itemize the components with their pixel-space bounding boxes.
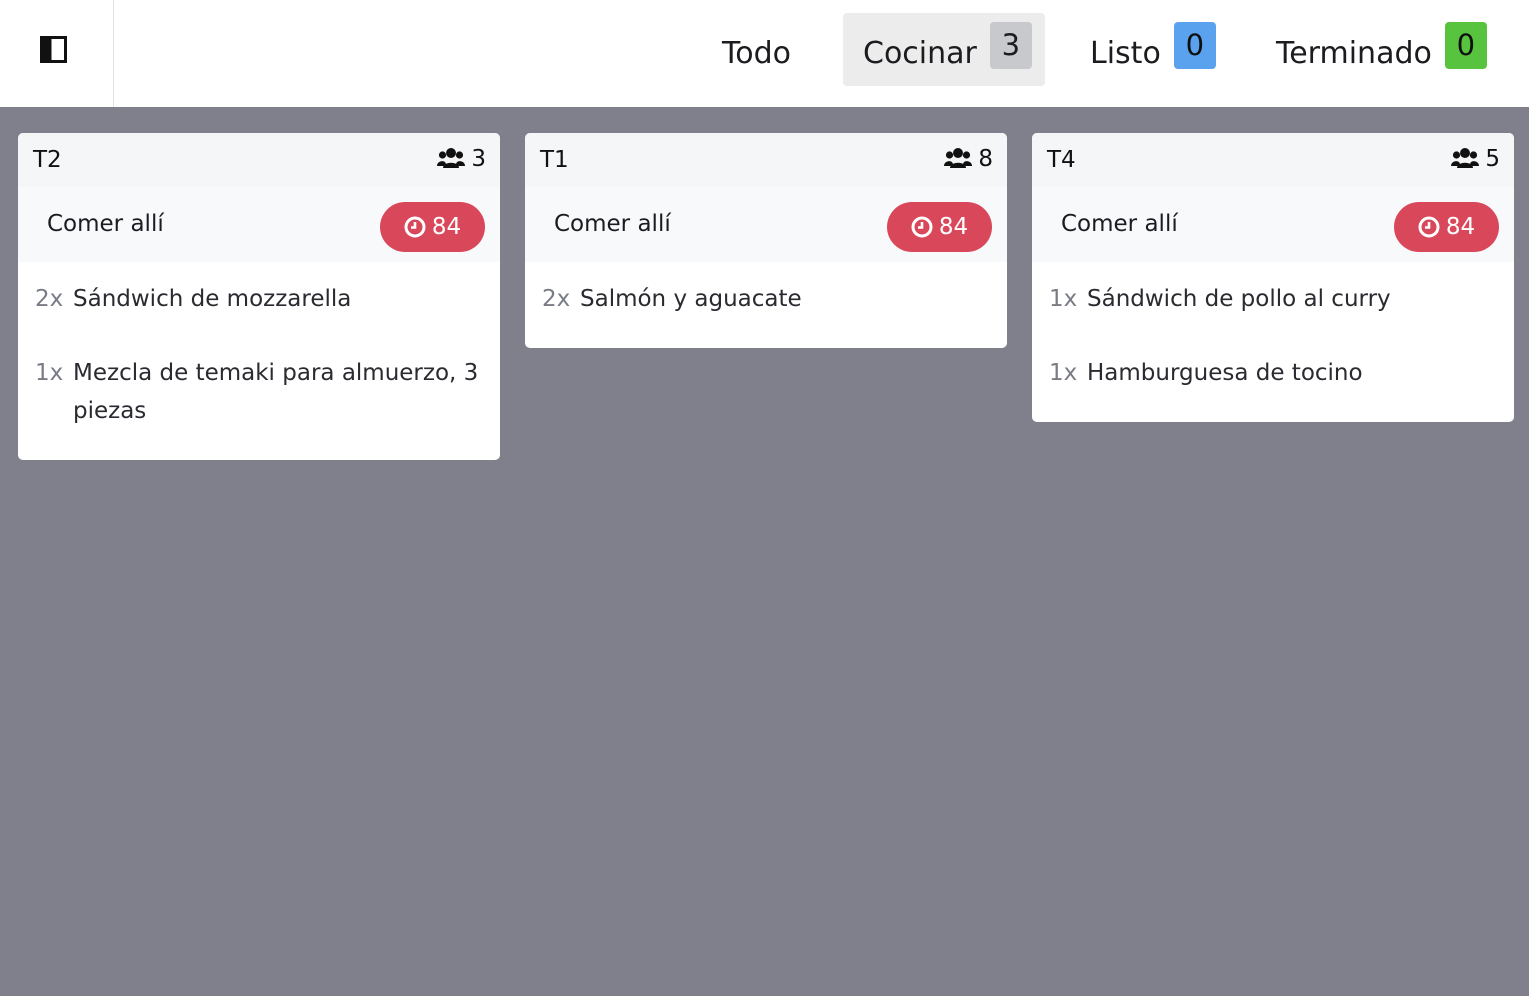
list-item[interactable]: 1x Mezcla de temaki para almuerzo, 3 pie…	[18, 336, 500, 448]
order-type-label: Comer allí	[1061, 211, 1178, 237]
tab-cocinar[interactable]: Cocinar 3	[843, 13, 1045, 86]
guest-count-value: 8	[978, 146, 993, 172]
order-card-header: T4 5	[1032, 133, 1514, 187]
list-item[interactable]: 1x Hamburguesa de tocino	[1032, 336, 1514, 410]
sidebar-toggle-button[interactable]	[0, 0, 114, 107]
order-card-header: T1 8	[525, 133, 1007, 187]
item-quantity: 2x	[35, 286, 64, 312]
guest-count: 8	[944, 146, 993, 172]
order-items: 2x Sándwich de mozzarella 1x Mezcla de t…	[18, 262, 500, 460]
order-type-label: Comer allí	[47, 211, 164, 237]
timer-value: 84	[431, 214, 462, 240]
item-name: Mezcla de temaki para almuerzo, 3 piezas	[73, 360, 479, 424]
tab-label: Terminado	[1276, 36, 1432, 71]
guest-count-value: 5	[1485, 146, 1500, 172]
list-item[interactable]: 2x Salmón y aguacate	[525, 262, 1007, 336]
guest-count: 5	[1451, 146, 1500, 172]
item-name: Hamburguesa de tocino	[1087, 360, 1363, 386]
item-quantity: 1x	[1049, 360, 1078, 386]
order-type-row: Comer allí 84	[18, 187, 500, 262]
item-quantity: 1x	[1049, 286, 1078, 312]
order-card[interactable]: T1 8 Comer allí 84 2x Salmón y aguacate	[525, 133, 1007, 348]
sidebar-toggle-icon	[40, 36, 67, 63]
clock-icon	[404, 216, 426, 238]
tab-label: Cocinar	[863, 36, 977, 71]
item-name: Sándwich de mozzarella	[73, 286, 352, 312]
clock-icon	[911, 216, 933, 238]
order-type-label: Comer allí	[554, 211, 671, 237]
timer-value: 84	[1445, 214, 1476, 240]
table-name: T1	[540, 147, 569, 173]
tab-label: Todo	[722, 36, 791, 71]
item-quantity: 2x	[542, 286, 571, 312]
order-type-row: Comer allí 84	[525, 187, 1007, 262]
list-item[interactable]: 1x Sándwich de pollo al curry	[1032, 262, 1514, 336]
top-bar: Todo Cocinar 3 Listo 0 Terminado 0	[0, 0, 1529, 107]
timer-badge[interactable]: 84	[1394, 202, 1499, 252]
item-name: Sándwich de pollo al curry	[1087, 286, 1391, 312]
count-badge: 0	[1173, 22, 1216, 69]
count-badge: 3	[989, 22, 1032, 69]
users-icon	[437, 148, 466, 168]
count-badge: 0	[1444, 22, 1487, 69]
item-quantity: 1x	[35, 360, 64, 386]
timer-value: 84	[938, 214, 969, 240]
guest-count-value: 3	[471, 146, 486, 172]
tab-todo[interactable]: Todo	[722, 13, 791, 86]
order-items: 1x Sándwich de pollo al curry 1x Hamburg…	[1032, 262, 1514, 422]
order-card-header: T2 3	[18, 133, 500, 187]
order-card[interactable]: T4 5 Comer allí 84 1x Sándwich de pollo …	[1032, 133, 1514, 422]
timer-badge[interactable]: 84	[887, 202, 992, 252]
users-icon	[944, 148, 973, 168]
timer-badge[interactable]: 84	[380, 202, 485, 252]
table-name: T4	[1047, 147, 1076, 173]
order-items: 2x Salmón y aguacate	[525, 262, 1007, 348]
guest-count: 3	[437, 146, 486, 172]
table-name: T2	[33, 147, 62, 173]
clock-icon	[1418, 216, 1440, 238]
list-item[interactable]: 2x Sándwich de mozzarella	[18, 262, 500, 336]
order-type-row: Comer allí 84	[1032, 187, 1514, 262]
item-name: Salmón y aguacate	[580, 286, 802, 312]
order-card[interactable]: T2 3 Comer allí 84 2x Sándwich de mozzar…	[18, 133, 500, 460]
tab-listo[interactable]: Listo 0	[1090, 13, 1216, 86]
tab-label: Listo	[1090, 36, 1161, 71]
tab-terminado[interactable]: Terminado 0	[1276, 13, 1487, 86]
users-icon	[1451, 148, 1480, 168]
